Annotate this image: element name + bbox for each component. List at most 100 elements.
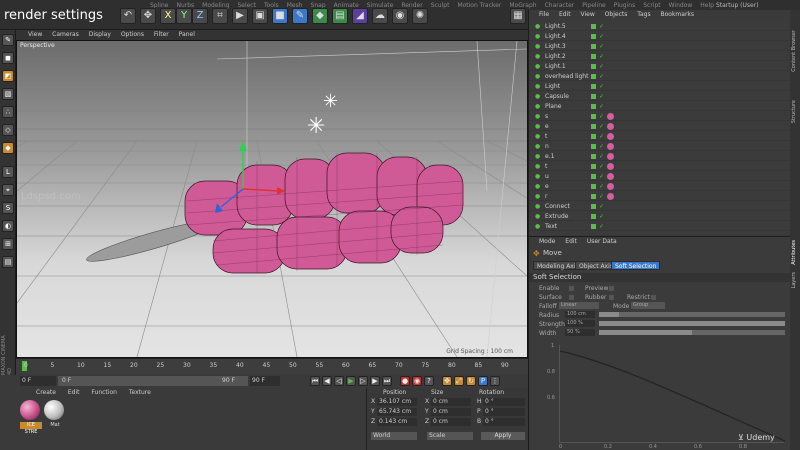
- render-view-icon[interactable]: ▶: [232, 8, 248, 24]
- visibility-toggle[interactable]: [591, 174, 596, 179]
- object-row[interactable]: ● t ✓: [529, 162, 791, 171]
- enabled-check-icon[interactable]: ✓: [599, 92, 604, 101]
- viewport-menu-options[interactable]: Options: [121, 31, 144, 38]
- render-picture-icon[interactable]: ▣: [252, 8, 268, 24]
- object-row[interactable]: ● Extrude ✓: [529, 212, 791, 221]
- tab-soft-selection[interactable]: Soft Selection: [611, 261, 661, 270]
- viewport-menu-view[interactable]: View: [28, 31, 42, 38]
- camera-icon[interactable]: ◉: [392, 8, 408, 24]
- coord-position-field[interactable]: 65.743 cm: [377, 408, 417, 416]
- enabled-check-icon[interactable]: ✓: [599, 102, 604, 111]
- main-menu-item[interactable]: Pipeline: [582, 2, 605, 9]
- material-tag-icon[interactable]: [607, 123, 614, 130]
- material-swatch-grey[interactable]: [44, 400, 64, 420]
- start-frame-field[interactable]: 0 F: [20, 376, 56, 386]
- material-tag-icon[interactable]: [607, 163, 614, 170]
- side-tab-layers[interactable]: Layers: [791, 272, 797, 289]
- object-row[interactable]: ● Light.4 ✓: [529, 32, 791, 41]
- object-name[interactable]: Connect: [545, 202, 570, 211]
- coord-rotation-field[interactable]: 0 °: [483, 408, 525, 416]
- material-tag-icon[interactable]: [607, 173, 614, 180]
- attrmenu-mode[interactable]: Mode: [539, 238, 555, 245]
- coords-mode-dropdown[interactable]: World: [371, 432, 417, 440]
- material-menu-texture[interactable]: Texture: [129, 389, 151, 396]
- object-row[interactable]: ● Capsule ✓: [529, 92, 791, 101]
- object-row[interactable]: ● t ✓: [529, 132, 791, 141]
- object-row[interactable]: ● Light.3 ✓: [529, 42, 791, 51]
- object-row[interactable]: ● overhead light ✓: [529, 72, 791, 81]
- scene-icon[interactable]: ☁: [372, 8, 388, 24]
- position-key-icon[interactable]: ✥: [442, 376, 452, 386]
- attrmenu-userdata[interactable]: User Data: [587, 238, 617, 245]
- object-name[interactable]: Light: [545, 82, 560, 91]
- axis-x-button[interactable]: X: [160, 8, 176, 24]
- play-icon[interactable]: ▶: [346, 376, 356, 386]
- rubber-checkbox[interactable]: [609, 295, 614, 300]
- param-key-icon[interactable]: P: [478, 376, 488, 386]
- object-name[interactable]: s: [545, 112, 548, 121]
- object-row[interactable]: ● s ✓: [529, 112, 791, 121]
- object-row[interactable]: ● Light ✓: [529, 82, 791, 91]
- attrmenu-edit[interactable]: Edit: [565, 238, 577, 245]
- visibility-toggle[interactable]: [591, 124, 596, 129]
- main-menu-item[interactable]: Character: [545, 2, 575, 9]
- coord-position-field[interactable]: 0.143 cm: [377, 418, 417, 426]
- objmenu-bookmarks[interactable]: Bookmarks: [661, 11, 695, 18]
- autokey-icon[interactable]: ◉: [412, 376, 422, 386]
- point-level-icon[interactable]: ⋮: [490, 376, 500, 386]
- object-name[interactable]: Light.2: [545, 52, 566, 61]
- object-name[interactable]: e.1: [545, 152, 554, 161]
- layout-label[interactable]: Startup (User): [716, 2, 759, 9]
- visibility-toggle[interactable]: [591, 104, 596, 109]
- main-menu-item[interactable]: Plugins: [614, 2, 636, 9]
- object-row[interactable]: ● u ✓: [529, 172, 791, 181]
- visibility-toggle[interactable]: [591, 74, 596, 79]
- coord-size-field[interactable]: 0 cm: [431, 398, 471, 406]
- enabled-check-icon[interactable]: ✓: [599, 62, 604, 71]
- enabled-check-icon[interactable]: ✓: [599, 182, 604, 191]
- edges-mode-icon[interactable]: ◇: [2, 124, 14, 136]
- side-tab-content-browser[interactable]: Content Browser: [791, 30, 797, 72]
- model-mode-icon[interactable]: ◼: [2, 52, 14, 64]
- viewport-menu-filter[interactable]: Filter: [154, 31, 169, 38]
- planar-workplane-icon[interactable]: ▤: [2, 256, 14, 268]
- object-name[interactable]: u: [545, 172, 549, 181]
- record-icon[interactable]: ●: [400, 376, 410, 386]
- preview-checkbox[interactable]: [609, 286, 614, 291]
- apply-button[interactable]: Apply: [481, 432, 525, 440]
- object-name[interactable]: e: [545, 122, 549, 131]
- strength-field[interactable]: 100 %: [565, 320, 595, 327]
- enabled-check-icon[interactable]: ✓: [599, 52, 604, 61]
- prev-frame-icon[interactable]: ◁: [334, 376, 344, 386]
- coord-rotation-field[interactable]: 0 °: [483, 418, 525, 426]
- material-menu-function[interactable]: Function: [91, 389, 117, 396]
- coordinate-system-icon[interactable]: ⌗: [212, 8, 228, 24]
- object-name[interactable]: t: [545, 162, 547, 171]
- object-row[interactable]: ● e ✓: [529, 182, 791, 191]
- enable-axis-icon[interactable]: L: [2, 166, 14, 178]
- falloff-dropdown[interactable]: Linear: [559, 302, 599, 309]
- enabled-check-icon[interactable]: ✓: [599, 32, 604, 41]
- side-tab-structure[interactable]: Structure: [791, 100, 797, 123]
- main-menu-item[interactable]: Help: [700, 2, 714, 9]
- 3d-viewport[interactable]: Perspective ✳ ✳ Grid Spacing: 100 cm Ld…: [16, 40, 528, 358]
- visibility-toggle[interactable]: [591, 94, 596, 99]
- nurbs-icon[interactable]: ◆: [312, 8, 328, 24]
- object-row[interactable]: ● e ✓: [529, 122, 791, 131]
- points-mode-icon[interactable]: ∴: [2, 106, 14, 118]
- material-tag-icon[interactable]: [607, 143, 614, 150]
- objmenu-objects[interactable]: Objects: [605, 11, 628, 18]
- make-editable-icon[interactable]: ✎: [2, 34, 14, 46]
- objmenu-file[interactable]: File: [539, 11, 549, 18]
- axis-y-button[interactable]: Y: [176, 8, 192, 24]
- radius-field[interactable]: 100 cm: [565, 311, 595, 318]
- visibility-toggle[interactable]: [591, 164, 596, 169]
- visibility-toggle[interactable]: [591, 204, 596, 209]
- object-name[interactable]: Light.3: [545, 42, 566, 51]
- material-name-2[interactable]: Mat: [44, 422, 66, 429]
- object-name[interactable]: Light.1: [545, 62, 566, 71]
- viewport-solo-icon[interactable]: ◐: [2, 220, 14, 232]
- scale-key-icon[interactable]: ⤢: [454, 376, 464, 386]
- end-frame-field[interactable]: 90 F: [250, 376, 280, 386]
- object-name[interactable]: Light.4: [545, 32, 566, 41]
